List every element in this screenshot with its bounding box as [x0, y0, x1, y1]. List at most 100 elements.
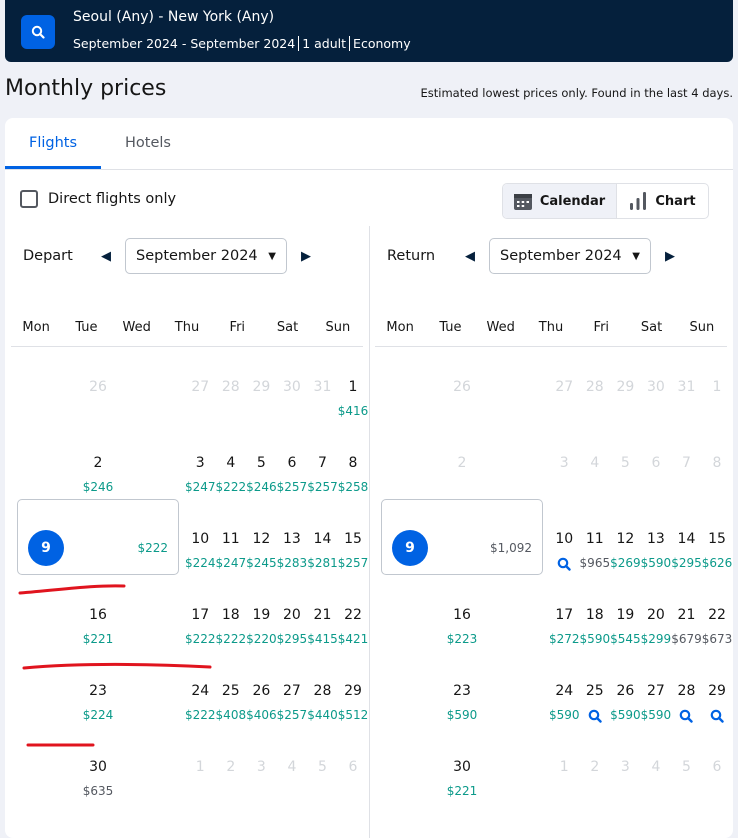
- day-cell[interactable]: 10: [549, 499, 580, 575]
- day-cell[interactable]: 14 $281: [307, 499, 338, 575]
- depart-calendar: Mon Tue Wed Thu Fri Sat Sun 26 27 28 29 30 31 1 $416 2…: [11, 308, 368, 803]
- day-number: 18: [585, 607, 604, 623]
- day-cell[interactable]: 16 $221: [11, 575, 185, 651]
- day-number: 19: [252, 607, 271, 623]
- day-cell[interactable]: 27 $257: [277, 651, 308, 727]
- weekday-label: Thu: [538, 319, 564, 335]
- day-number: 7: [317, 455, 327, 471]
- day-cell[interactable]: 3 $247: [185, 423, 216, 499]
- day-cell[interactable]: 10 $224: [185, 499, 216, 575]
- search-price-icon[interactable]: [580, 706, 611, 724]
- day-cell[interactable]: 26 $590: [610, 651, 641, 727]
- day-cell[interactable]: 30 $635: [11, 727, 185, 803]
- tab-flights[interactable]: Flights: [29, 135, 77, 151]
- day-cell[interactable]: 5 $246: [246, 423, 277, 499]
- day-cell[interactable]: 25: [580, 651, 611, 727]
- view-toggle: Calendar Chart: [502, 183, 709, 219]
- bar-chart-icon: [630, 192, 647, 210]
- day-number: 30: [646, 379, 665, 395]
- day-cell[interactable]: 20 $295: [277, 575, 308, 651]
- day-cell[interactable]: 22 $421: [338, 575, 369, 651]
- day-cell[interactable]: 24 $222: [185, 651, 216, 727]
- search-price-icon[interactable]: [549, 554, 580, 572]
- day-cell: 5: [671, 727, 702, 803]
- day-price: $258: [337, 480, 369, 494]
- day-cell[interactable]: 28: [671, 651, 702, 727]
- day-cell[interactable]: 23 $590: [375, 651, 549, 727]
- return-month-selector: Return ◀ September 2024 ▼ ▶: [387, 238, 683, 274]
- day-cell[interactable]: 28 $440: [307, 651, 338, 727]
- day-price: $415: [307, 632, 338, 646]
- day-cell[interactable]: 27 $590: [641, 651, 672, 727]
- day-cell[interactable]: 15 $257: [338, 499, 369, 575]
- day-cell[interactable]: 23 $224: [11, 651, 185, 727]
- chart-view-button[interactable]: Chart: [617, 184, 708, 218]
- day-number: 28: [585, 379, 604, 395]
- day-cell[interactable]: 18 $222: [216, 575, 247, 651]
- day-cell[interactable]: 29 $512: [338, 651, 369, 727]
- day-number: 1: [712, 379, 722, 395]
- day-price: $247: [185, 480, 216, 494]
- day-cell[interactable]: 30 $221: [375, 727, 549, 803]
- day-price: $283: [276, 556, 308, 570]
- day-cell[interactable]: 26 $406: [246, 651, 277, 727]
- day-cell[interactable]: 7 $257: [307, 423, 338, 499]
- day-price: $257: [276, 480, 308, 494]
- search-summary-bar[interactable]: Seoul (Any) - New York (Any) September 2…: [5, 0, 733, 62]
- day-cell[interactable]: 4 $222: [216, 423, 247, 499]
- day-price: $220: [246, 632, 277, 646]
- day-cell[interactable]: 14 $295: [671, 499, 702, 575]
- day-cell[interactable]: 2 $246: [11, 423, 185, 499]
- day-price: $590: [579, 632, 611, 646]
- day-number: 17: [555, 607, 574, 623]
- active-tab-indicator: [5, 166, 101, 169]
- depart-next-month-icon[interactable]: ▶: [293, 249, 319, 264]
- return-month-dropdown[interactable]: September 2024 ▼: [489, 238, 651, 274]
- day-cell[interactable]: 15 $626: [702, 499, 733, 575]
- day-number: 9: [392, 530, 428, 566]
- day-cell[interactable]: 11 $247: [216, 499, 247, 575]
- day-cell: 4: [641, 727, 672, 803]
- day-number: 8: [712, 455, 722, 471]
- search-button[interactable]: [21, 15, 55, 49]
- day-number: 29: [708, 683, 726, 699]
- day-cell[interactable]: 21 $415: [307, 575, 338, 651]
- day-cell[interactable]: 12 $245: [246, 499, 277, 575]
- day-cell[interactable]: 17 $272: [549, 575, 580, 651]
- day-cell[interactable]: 19 $220: [246, 575, 277, 651]
- day-cell[interactable]: 24 $590: [549, 651, 580, 727]
- search-price-icon[interactable]: [702, 706, 733, 724]
- day-cell[interactable]: 17 $222: [185, 575, 216, 651]
- day-cell[interactable]: 13 $590: [641, 499, 672, 575]
- day-cell[interactable]: 18 $590: [580, 575, 611, 651]
- day-cell[interactable]: 20 $299: [641, 575, 672, 651]
- day-cell[interactable]: 11 $965: [580, 499, 611, 575]
- return-prev-month-icon[interactable]: ◀: [457, 249, 483, 264]
- day-number: 6: [712, 759, 722, 775]
- search-price-icon[interactable]: [671, 706, 702, 724]
- checkbox-box[interactable]: [20, 190, 38, 208]
- day-cell[interactable]: 1 $416: [338, 347, 369, 423]
- day-cell[interactable]: 21 $679: [671, 575, 702, 651]
- return-next-month-icon[interactable]: ▶: [657, 249, 683, 264]
- day-cell[interactable]: 9 $222: [17, 499, 179, 575]
- day-cell[interactable]: 25 $408: [216, 651, 247, 727]
- day-cell[interactable]: 29: [702, 651, 733, 727]
- day-cell[interactable]: 6 $257: [277, 423, 308, 499]
- day-cell: 1: [702, 347, 733, 423]
- direct-flights-checkbox[interactable]: Direct flights only: [20, 190, 176, 208]
- day-price: $246: [82, 480, 114, 494]
- day-cell[interactable]: 12 $269: [610, 499, 641, 575]
- day-cell[interactable]: 19 $545: [610, 575, 641, 651]
- day-cell[interactable]: 9 $1,092: [381, 499, 543, 575]
- depart-prev-month-icon[interactable]: ◀: [93, 249, 119, 264]
- tab-hotels[interactable]: Hotels: [125, 135, 171, 151]
- day-price: $221: [446, 784, 478, 798]
- day-cell: 31: [671, 347, 702, 423]
- day-cell[interactable]: 8 $258: [338, 423, 369, 499]
- day-cell[interactable]: 16 $223: [375, 575, 549, 651]
- day-cell[interactable]: 22 $673: [702, 575, 733, 651]
- depart-month-dropdown[interactable]: September 2024 ▼: [125, 238, 287, 274]
- day-cell[interactable]: 13 $283: [277, 499, 308, 575]
- calendar-view-button[interactable]: Calendar: [503, 184, 617, 218]
